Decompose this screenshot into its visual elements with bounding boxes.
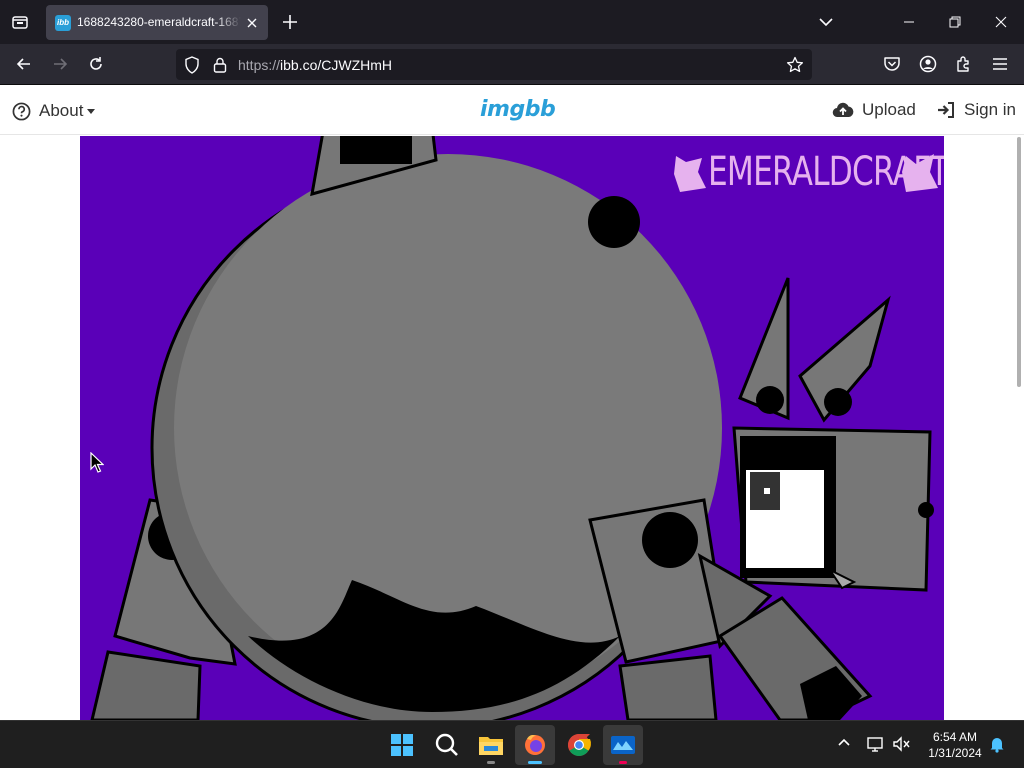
chevron-down-icon[interactable] <box>816 13 836 31</box>
about-label: About <box>39 101 84 120</box>
firefox-icon[interactable] <box>515 725 555 765</box>
close-window-button[interactable] <box>978 0 1024 44</box>
sign-in-arrow-icon <box>938 102 954 118</box>
windows-taskbar: 6:54 AM 1/31/2024 <box>0 720 1024 768</box>
url-text[interactable]: https://ibb.co/CJWZHmH <box>238 57 392 73</box>
imgbb-logo[interactable]: imgbb <box>480 97 556 122</box>
running-indicator <box>487 761 495 764</box>
close-tab-icon[interactable] <box>244 15 260 31</box>
mouse-pointer-icon <box>90 451 105 479</box>
windows-start-icon[interactable] <box>382 725 422 765</box>
pocket-icon[interactable] <box>882 54 902 74</box>
browser-tab-bar: ibb 1688243280-emeraldcraft-16878 <box>0 0 1024 44</box>
tracking-protection-shield-icon[interactable] <box>184 56 200 79</box>
search-icon[interactable] <box>427 725 467 765</box>
chrome-icon[interactable] <box>559 725 599 765</box>
upload-label: Upload <box>862 100 916 119</box>
speaker-muted-icon[interactable] <box>892 735 912 758</box>
file-explorer-icon[interactable] <box>471 725 511 765</box>
network-icon[interactable] <box>866 735 886 758</box>
fox-right-icon <box>900 150 940 199</box>
address-bar[interactable]: https://ibb.co/CJWZHmH <box>176 49 812 80</box>
back-arrow-icon[interactable] <box>14 54 34 74</box>
extensions-puzzle-icon[interactable] <box>954 54 974 74</box>
chevron-up-icon[interactable] <box>836 735 852 756</box>
reload-icon[interactable] <box>86 54 106 74</box>
clock-date: 1/31/2024 <box>928 746 982 760</box>
active-indicator <box>528 761 542 764</box>
question-circle-icon <box>12 102 31 120</box>
upload-button[interactable]: Upload <box>832 100 916 120</box>
system-clock[interactable]: 6:54 AM 1/31/2024 <box>920 729 990 761</box>
sign-in-label: Sign in <box>964 100 1016 119</box>
fox-left-icon <box>674 156 706 192</box>
browser-tab-active[interactable]: ibb 1688243280-emeraldcraft-16878 <box>46 5 268 40</box>
minimize-window-button[interactable] <box>886 0 932 44</box>
imgbb-favicon-icon: ibb <box>55 15 71 31</box>
tab-title: 1688243280-emeraldcraft-16878 <box>77 15 241 29</box>
image-viewer[interactable]: EMERALDCRAFT <box>80 136 944 720</box>
caret-down-icon <box>87 108 96 114</box>
forward-arrow-icon[interactable] <box>50 54 70 74</box>
navigation-toolbar: https://ibb.co/CJWZHmH <box>0 44 1024 85</box>
account-icon[interactable] <box>918 54 938 74</box>
notification-bell-icon[interactable] <box>988 735 1006 758</box>
photos-app-icon[interactable] <box>603 725 643 765</box>
running-indicator <box>619 761 627 764</box>
about-menu[interactable]: About <box>12 100 96 122</box>
site-header: About imgbb Upload Sign in <box>0 85 1024 135</box>
restore-window-button[interactable] <box>932 0 978 44</box>
list-all-tabs-icon[interactable] <box>10 12 30 32</box>
hamburger-menu-icon[interactable] <box>990 54 1010 74</box>
emeraldcraft-artwork <box>90 136 934 720</box>
sign-in-button[interactable]: Sign in <box>936 100 1016 120</box>
clock-time: 6:54 AM <box>932 730 978 744</box>
bookmark-star-icon[interactable] <box>786 56 804 79</box>
lock-icon[interactable] <box>212 56 228 79</box>
page-scrollbar[interactable] <box>1017 137 1021 387</box>
new-tab-plus-icon[interactable] <box>280 12 300 32</box>
cloud-upload-icon <box>832 102 854 118</box>
